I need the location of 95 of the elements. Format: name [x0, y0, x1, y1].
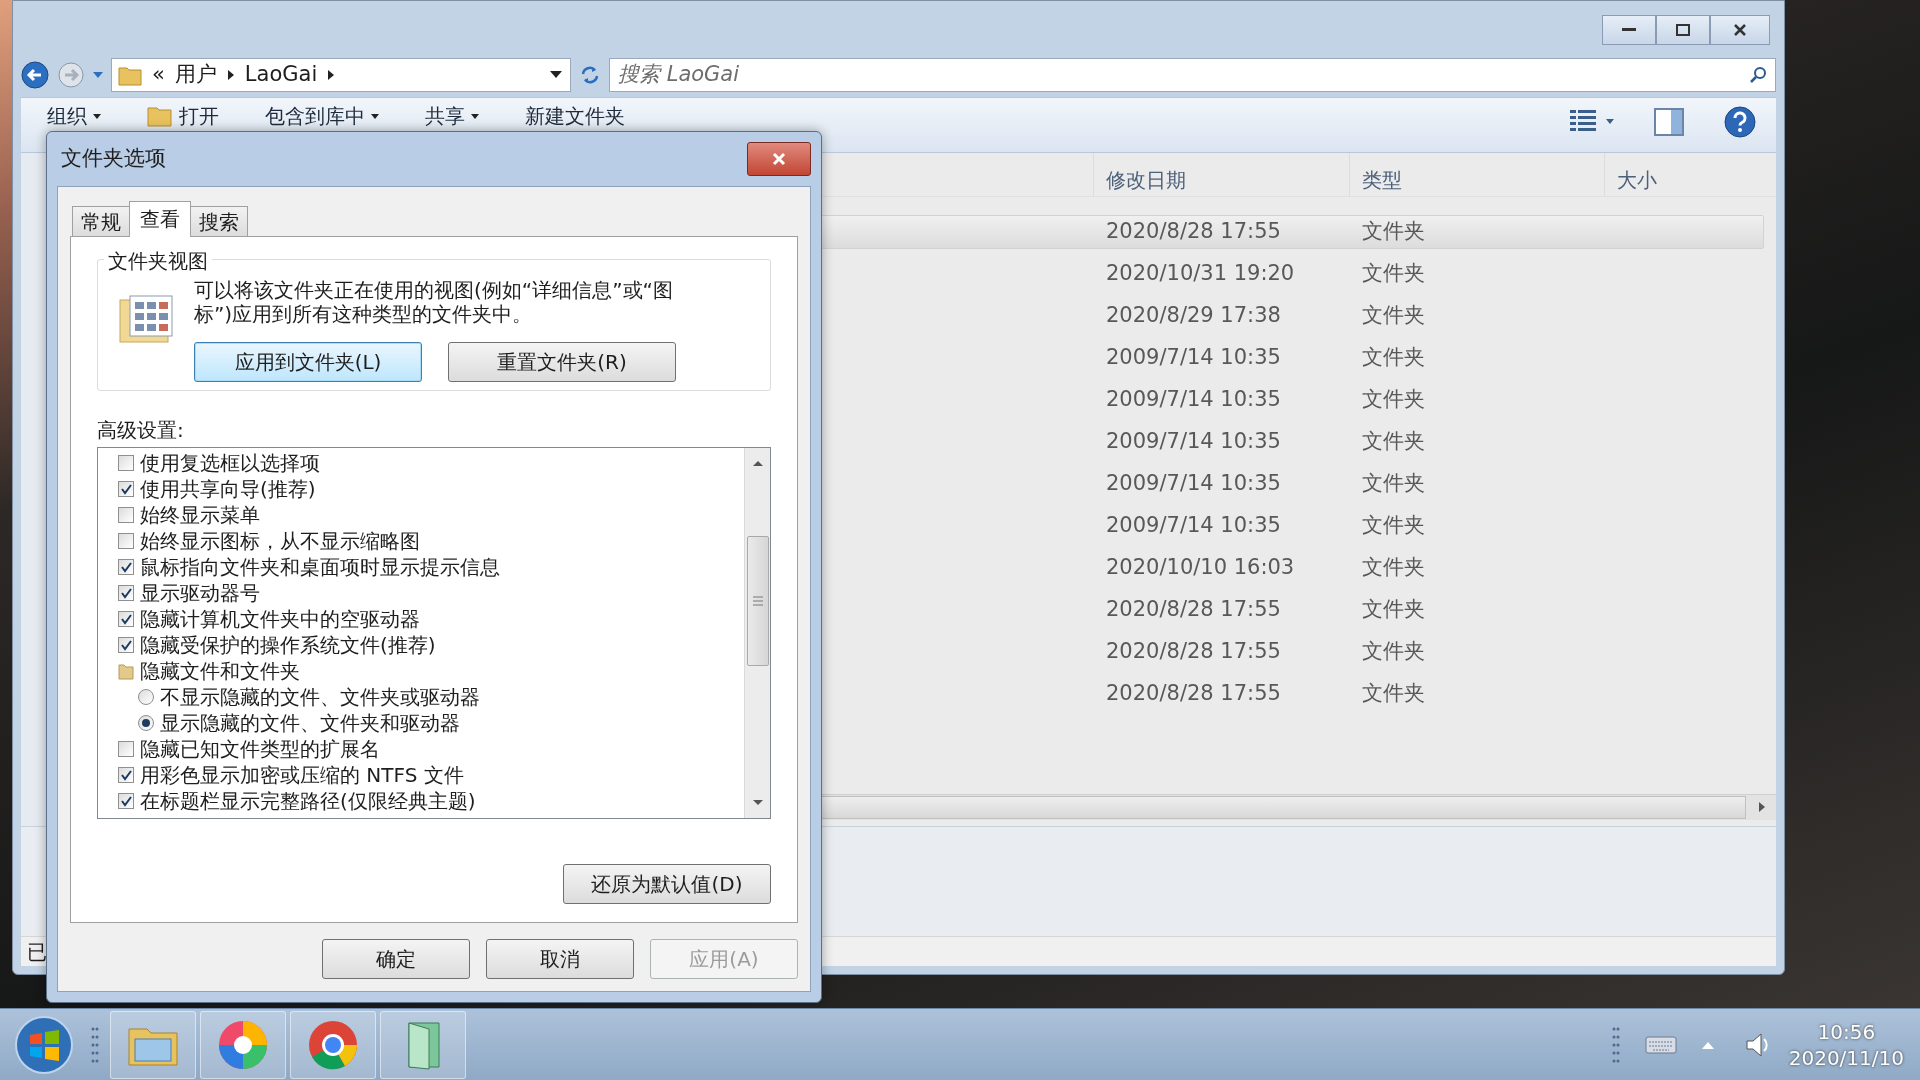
breadcrumb[interactable]: 用户: [174, 59, 217, 91]
close-button[interactable]: [747, 142, 811, 176]
toolbar-button[interactable]: 新建文件夹: [525, 104, 625, 128]
checkbox[interactable]: [118, 637, 134, 653]
start-button[interactable]: [14, 1014, 74, 1075]
caret-icon[interactable]: [93, 72, 103, 78]
type-cell-text: 文件夹: [1361, 345, 1425, 370]
checkbox[interactable]: [118, 507, 134, 523]
caret-icon: [371, 113, 379, 119]
type-cell-text: 文件夹: [1361, 681, 1425, 706]
date-cell-text: 2009/7/14 10:35: [1105, 387, 1281, 412]
back-icon[interactable]: [21, 61, 49, 89]
tab[interactable]: 查看: [129, 201, 191, 237]
dialog-button[interactable]: 重置文件夹(R): [448, 342, 676, 382]
breadcrumb[interactable]: LaoGai: [244, 59, 318, 91]
date-cell-text: 2020/10/31 19:20: [1105, 261, 1295, 286]
search-field[interactable]: 搜索 LaoGai: [609, 58, 1776, 92]
type-cell-text: 文件夹: [1361, 597, 1425, 622]
type-cell-text: 文件夹: [1361, 219, 1425, 244]
refresh-icon[interactable]: [579, 64, 601, 86]
toolbar-button[interactable]: 共享: [425, 104, 479, 128]
date-cell-text: 2009/7/14 10:35: [1105, 513, 1281, 538]
type-cell-text: 文件夹: [1361, 555, 1425, 580]
column-header[interactable]: 类型: [1349, 153, 1604, 196]
taskbar-button[interactable]: [290, 1010, 376, 1079]
caret-icon: [93, 113, 101, 119]
chevron-icon[interactable]: [226, 69, 235, 81]
maximize-icon: [1676, 24, 1690, 36]
date-cell-text: 2009/7/14 10:35: [1105, 471, 1281, 496]
column-header[interactable]: 大小: [1604, 153, 1776, 196]
address-bar[interactable]: « 用户 LaoGai: [111, 58, 571, 92]
checkbox[interactable]: [118, 455, 134, 471]
checkbox[interactable]: [118, 767, 134, 783]
taskbar-button[interactable]: [200, 1010, 286, 1079]
checkbox[interactable]: [118, 533, 134, 549]
dialog-button[interactable]: 应用到文件夹(L): [194, 342, 422, 382]
toolbar-button[interactable]: 包含到库中: [265, 104, 379, 128]
checkbox[interactable]: [118, 741, 134, 757]
help-icon[interactable]: [1724, 106, 1756, 138]
checkbox[interactable]: [118, 611, 134, 627]
type-cell-text: 文件夹: [1361, 639, 1425, 664]
minimize-button[interactable]: [1602, 15, 1656, 45]
checkbox[interactable]: [118, 585, 134, 601]
vertical-scrollbar[interactable]: [744, 448, 770, 818]
date-cell-text: 2020/8/28 17:55: [1105, 639, 1281, 664]
dialog-button[interactable]: 取消: [486, 939, 634, 979]
pinwheel-icon: [217, 1018, 269, 1071]
dialog-button[interactable]: 确定: [322, 939, 470, 979]
scrollbar-thumb[interactable]: [746, 536, 769, 666]
search-icon[interactable]: [1749, 66, 1767, 84]
tab[interactable]: 常规: [72, 206, 130, 236]
dropdown-icon[interactable]: [550, 71, 562, 79]
toolbar-button[interactable]: 打开: [147, 104, 219, 128]
date-cell-text: 2020/8/28 17:55: [1105, 219, 1281, 244]
volume-icon[interactable]: [1744, 1030, 1771, 1059]
browser-icon: [307, 1018, 359, 1071]
folder-icon: [118, 662, 134, 680]
setting-group-label: 隐藏文件和文件夹: [140, 658, 300, 685]
close-icon: [771, 151, 787, 167]
type-cell-text: 文件夹: [1361, 513, 1425, 538]
checkbox[interactable]: [118, 793, 134, 809]
minimize-icon: [1622, 28, 1636, 32]
caret-icon: [471, 113, 479, 119]
type-cell-text: 文件夹: [1361, 303, 1425, 328]
checkbox[interactable]: [118, 559, 134, 575]
column-header[interactable]: 修改日期: [1093, 153, 1349, 196]
tab[interactable]: 搜索: [190, 206, 248, 236]
checkbox[interactable]: [118, 481, 134, 497]
radio-button[interactable]: [138, 689, 154, 705]
advanced-settings-label: 高级设置:: [97, 417, 185, 444]
status-text: 已: [27, 938, 47, 966]
date-cell-text: 2009/7/14 10:35: [1105, 345, 1281, 370]
type-cell-text: 文件夹: [1361, 471, 1425, 496]
type-cell-text: 文件夹: [1361, 429, 1425, 454]
type-cell-text: 文件夹: [1361, 261, 1425, 286]
description-text: 可以将该文件夹正在使用的视图(例如“详细信息”或“图标”)应用到所有这种类型的文件夹中。: [194, 278, 674, 326]
maximize-button[interactable]: [1656, 15, 1710, 45]
date-cell-text: 2020/8/28 17:55: [1105, 681, 1281, 706]
toolbar-button[interactable]: 组织: [47, 104, 101, 128]
date-cell-text: 2020/10/10 16:03: [1105, 555, 1295, 580]
radio-button[interactable]: [138, 715, 154, 731]
type-cell-text: 文件夹: [1361, 387, 1425, 412]
preview-pane-icon[interactable]: [1654, 108, 1684, 136]
grip-icon: [752, 596, 763, 606]
close-button[interactable]: [1710, 15, 1770, 45]
chevron-icon[interactable]: [327, 69, 336, 81]
date-cell-text: 2009/7/14 10:35: [1105, 429, 1281, 454]
dialog-title: 文件夹选项: [61, 145, 166, 173]
address-overflow-mark[interactable]: «: [152, 59, 165, 91]
date-cell-text: 2020/8/29 17:38: [1105, 303, 1281, 328]
folder-icon: [147, 105, 173, 127]
date-cell-text: 2020/8/28 17:55: [1105, 597, 1281, 622]
folder-icon: [118, 64, 142, 86]
restore-defaults-button[interactable]: 还原为默认值(D): [563, 864, 771, 904]
close-icon: [1733, 23, 1747, 37]
